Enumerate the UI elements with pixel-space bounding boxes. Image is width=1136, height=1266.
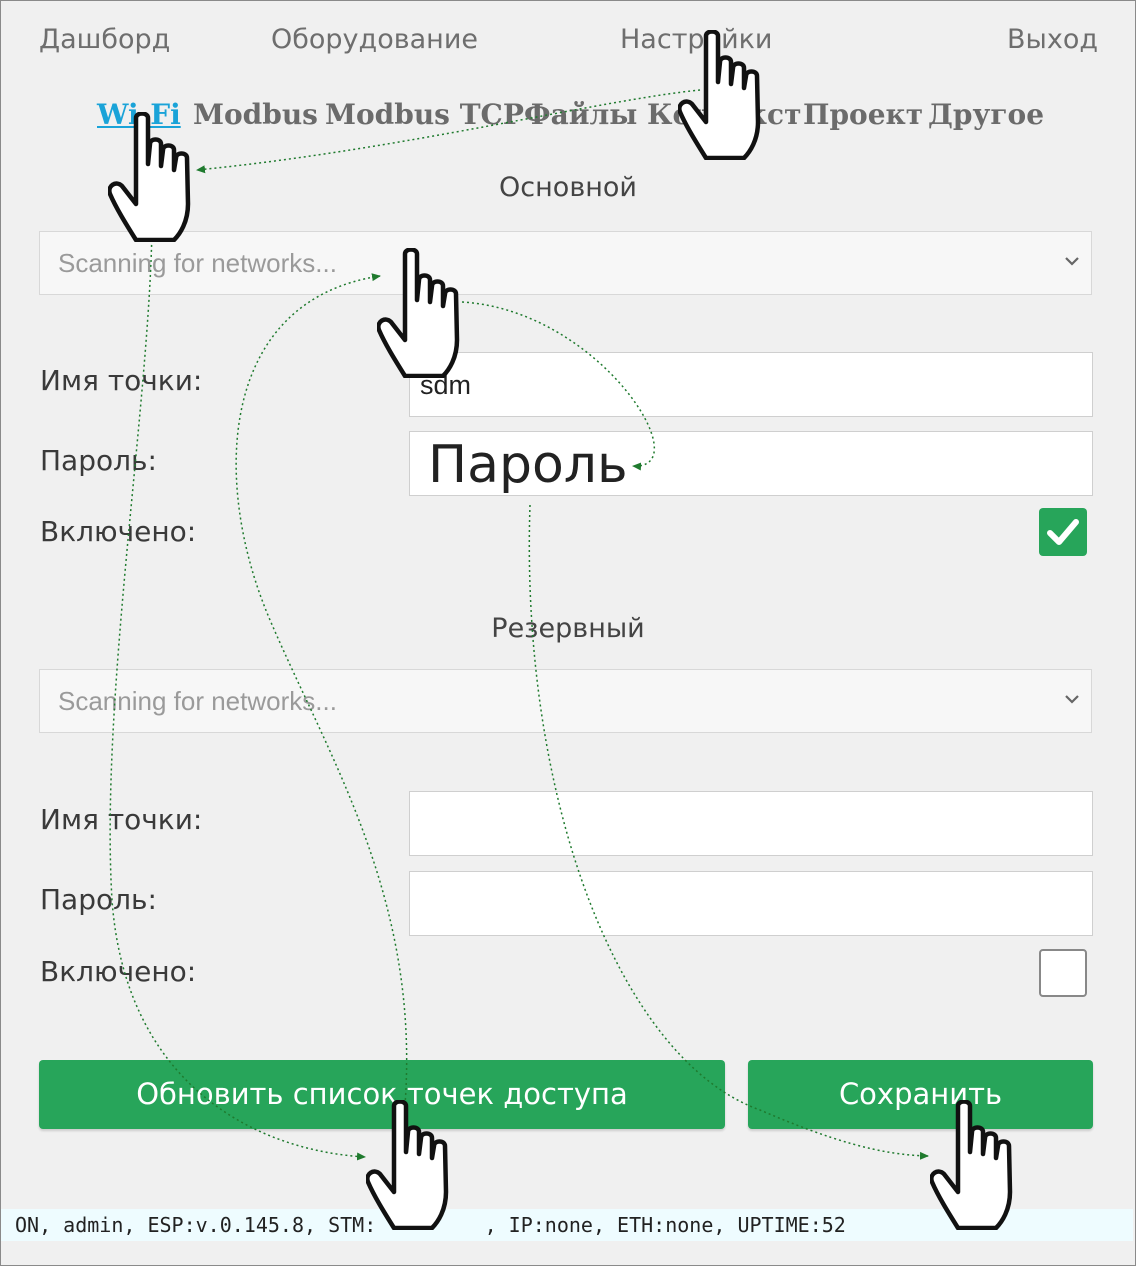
backup-ssid-input[interactable] — [409, 791, 1093, 856]
tab-modbus[interactable]: Modbus — [193, 98, 318, 131]
tab-wifi[interactable]: Wi-Fi — [97, 98, 181, 131]
nav-equipment[interactable]: Оборудование — [271, 24, 478, 55]
backup-enabled-checkbox[interactable] — [1039, 949, 1087, 997]
nav-logout[interactable]: Выход — [1007, 24, 1098, 55]
save-button[interactable]: Сохранить — [748, 1060, 1093, 1129]
chevron-down-icon — [1065, 695, 1079, 704]
backup-section-title: Резервный — [491, 613, 645, 644]
primary-enabled-checkbox[interactable] — [1039, 508, 1087, 556]
primary-enabled-label: Включено: — [40, 515, 197, 548]
backup-network-select-value: Scanning for networks... — [58, 686, 337, 716]
status-bar: ON, admin, ESP:v.0.145.8, STM: , IP:none… — [1, 1209, 1133, 1241]
primary-section-title: Основной — [499, 172, 637, 203]
backup-ssid-label: Имя точки: — [40, 803, 203, 836]
backup-password-input[interactable] — [409, 871, 1093, 936]
tab-context[interactable]: Контекст — [647, 98, 801, 131]
primary-password-label: Пароль: — [40, 444, 157, 477]
tab-project[interactable]: Проект — [803, 98, 923, 131]
primary-password-placeholder: Пароль — [428, 435, 628, 495]
primary-password-input[interactable]: Пароль — [409, 431, 1093, 496]
primary-ssid-input[interactable]: sdm — [409, 352, 1093, 417]
tab-files[interactable]: Файлы — [524, 98, 637, 131]
backup-network-select[interactable]: Scanning for networks... — [39, 669, 1092, 733]
tab-modbus-tcp[interactable]: Modbus TCP — [325, 98, 524, 131]
primary-ssid-label: Имя точки: — [40, 364, 203, 397]
nav-settings[interactable]: Настройки — [620, 24, 772, 55]
primary-network-select[interactable]: Scanning for networks... — [39, 231, 1092, 295]
refresh-access-points-button[interactable]: Обновить список точек доступа — [39, 1060, 725, 1129]
tab-other[interactable]: Другое — [928, 98, 1044, 131]
chevron-down-icon — [1065, 257, 1079, 266]
backup-enabled-label: Включено: — [40, 955, 197, 988]
primary-network-select-value: Scanning for networks... — [58, 248, 337, 278]
nav-dashboard[interactable]: Дашборд — [39, 24, 170, 55]
checkmark-icon — [1047, 519, 1079, 545]
primary-ssid-value: sdm — [420, 370, 472, 400]
backup-password-label: Пароль: — [40, 883, 157, 916]
